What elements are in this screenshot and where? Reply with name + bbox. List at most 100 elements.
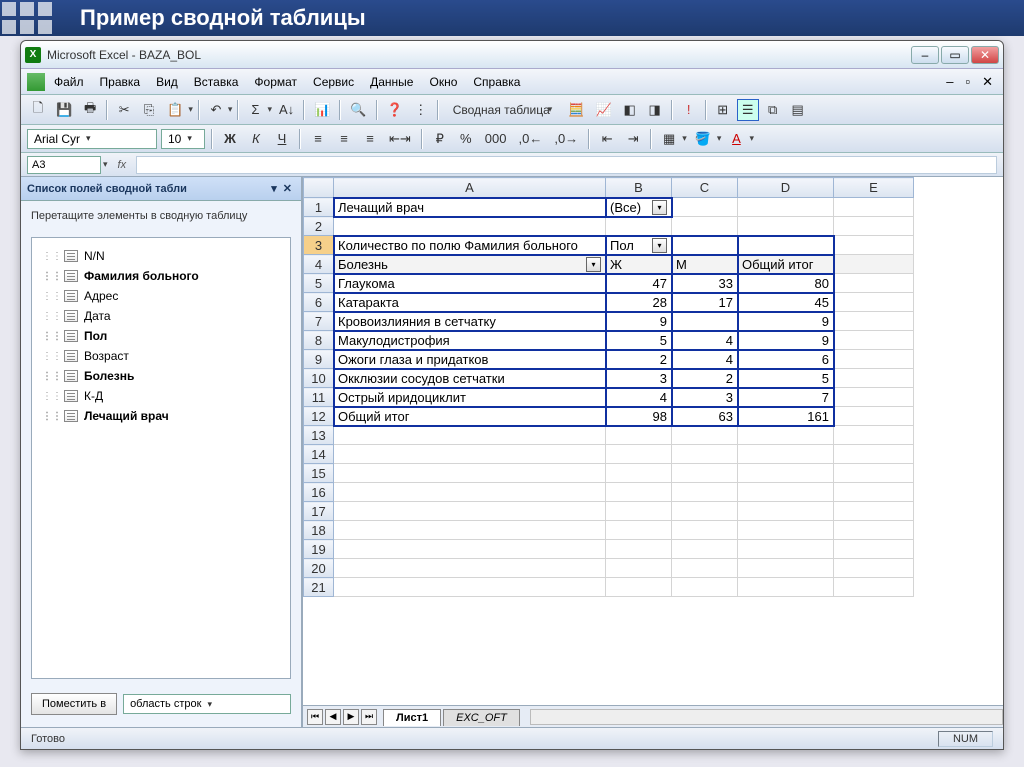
merge-icon[interactable]: ⇤⇥ bbox=[385, 128, 415, 150]
pivot-field-item[interactable]: ⋮⋮Пол bbox=[40, 326, 282, 346]
row-header[interactable]: 10 bbox=[304, 369, 334, 388]
cell[interactable]: Кровоизлияния в сетчатку bbox=[334, 312, 606, 331]
cell[interactable]: Катаракта bbox=[334, 293, 606, 312]
show-detail-icon[interactable]: ◨ bbox=[644, 99, 666, 121]
row-header[interactable]: 13 bbox=[304, 426, 334, 445]
cell[interactable]: 7 bbox=[738, 388, 834, 407]
field-settings-icon[interactable]: ⊞ bbox=[712, 99, 734, 121]
cell[interactable]: 5 bbox=[738, 369, 834, 388]
col-header-A[interactable]: A bbox=[334, 178, 606, 198]
cell[interactable]: 161 bbox=[738, 407, 834, 426]
row-header[interactable]: 2 bbox=[304, 217, 334, 236]
help-icon[interactable]: ❓ bbox=[383, 99, 407, 121]
pivot-field-item[interactable]: ⋮⋮N/N bbox=[40, 246, 282, 266]
minimize-button[interactable]: – bbox=[911, 46, 939, 64]
pivot-chart-icon[interactable]: 📈 bbox=[592, 99, 616, 121]
col-hdr-f[interactable]: Ж bbox=[606, 255, 672, 274]
borders-icon[interactable]: ▦ bbox=[658, 128, 680, 150]
options-icon[interactable]: ⋮ bbox=[410, 99, 432, 121]
cell[interactable]: 9 bbox=[738, 331, 834, 350]
refresh-icon[interactable]: ! bbox=[678, 99, 700, 121]
misc-icon-2[interactable]: ▤ bbox=[787, 99, 809, 121]
mdi-minimize[interactable]: – bbox=[942, 72, 957, 91]
paste-icon[interactable]: 📋 bbox=[163, 99, 187, 121]
autosum-icon[interactable]: Σ bbox=[244, 99, 266, 121]
column-field-dropdown[interactable]: ▾ bbox=[652, 238, 667, 253]
col-hdr-m[interactable]: М bbox=[672, 255, 738, 274]
cell[interactable]: 9 bbox=[738, 312, 834, 331]
col-header-D[interactable]: D bbox=[738, 178, 834, 198]
row-header[interactable]: 18 bbox=[304, 521, 334, 540]
row-header[interactable]: 16 bbox=[304, 483, 334, 502]
misc-icon-1[interactable]: ⧉ bbox=[762, 99, 784, 121]
row-header[interactable]: 11 bbox=[304, 388, 334, 407]
menu-insert[interactable]: Вставка bbox=[187, 72, 246, 92]
chart-icon[interactable]: 📊 bbox=[310, 99, 334, 121]
menu-data[interactable]: Данные bbox=[363, 72, 420, 92]
increase-decimal-icon[interactable]: ,0← bbox=[515, 128, 547, 150]
cell[interactable]: Окклюзии сосудов сетчатки bbox=[334, 369, 606, 388]
cell[interactable]: 63 bbox=[672, 407, 738, 426]
sheet-tab-other[interactable]: EXC_OFT bbox=[443, 709, 520, 726]
italic-icon[interactable]: К bbox=[245, 128, 267, 150]
mdi-close[interactable]: ✕ bbox=[978, 72, 997, 92]
cell[interactable]: 6 bbox=[738, 350, 834, 369]
tab-last-icon[interactable]: ⏭ bbox=[361, 709, 377, 725]
cell[interactable]: Глаукома bbox=[334, 274, 606, 293]
cell[interactable]: 3 bbox=[672, 388, 738, 407]
sort-asc-icon[interactable]: A↓ bbox=[275, 99, 298, 121]
cell[interactable]: 4 bbox=[672, 331, 738, 350]
tab-first-icon[interactable]: ⏮ bbox=[307, 709, 323, 725]
pivot-field-item[interactable]: ⋮⋮Лечащий врач bbox=[40, 406, 282, 426]
taskpane-close-icon[interactable]: ✕ bbox=[280, 182, 295, 195]
data-field-label[interactable]: Количество по полю Фамилия больного bbox=[334, 236, 606, 255]
row-header[interactable]: 1 bbox=[304, 198, 334, 217]
pivot-field-item[interactable]: ⋮⋮Болезнь bbox=[40, 366, 282, 386]
row-header[interactable]: 7 bbox=[304, 312, 334, 331]
tab-next-icon[interactable]: ▶ bbox=[343, 709, 359, 725]
menu-window[interactable]: Окно bbox=[422, 72, 464, 92]
cell[interactable]: 4 bbox=[606, 388, 672, 407]
taskpane-dropdown-icon[interactable]: ▾ bbox=[268, 182, 280, 195]
pivot-table-button[interactable]: Сводная таблица ▾ bbox=[444, 99, 562, 121]
underline-icon[interactable]: Ч bbox=[271, 128, 293, 150]
copy-icon[interactable]: ⎘ bbox=[138, 99, 160, 121]
align-center-icon[interactable]: ≡ bbox=[333, 128, 355, 150]
col-header-C[interactable]: C bbox=[672, 178, 738, 198]
cell[interactable]: 28 bbox=[606, 293, 672, 312]
select-all-corner[interactable] bbox=[304, 178, 334, 198]
row-header[interactable]: 6 bbox=[304, 293, 334, 312]
row-header[interactable]: 19 bbox=[304, 540, 334, 559]
name-box[interactable]: A3 bbox=[27, 156, 101, 174]
pivot-field-item[interactable]: ⋮⋮К-Д bbox=[40, 386, 282, 406]
row-header[interactable]: 12 bbox=[304, 407, 334, 426]
row-header[interactable]: 21 bbox=[304, 578, 334, 597]
pivot-field-item[interactable]: ⋮⋮Фамилия больного bbox=[40, 266, 282, 286]
name-box-dropdown[interactable]: ▾ bbox=[103, 159, 108, 170]
align-right-icon[interactable]: ≡ bbox=[359, 128, 381, 150]
cell[interactable]: Макулодистрофия bbox=[334, 331, 606, 350]
row-field-label[interactable]: Болезнь bbox=[338, 257, 388, 272]
cell[interactable]: 2 bbox=[606, 350, 672, 369]
cell[interactable]: Острый иридоциклит bbox=[334, 388, 606, 407]
pivot-field-item[interactable]: ⋮⋮Возраст bbox=[40, 346, 282, 366]
cell[interactable]: 2 bbox=[672, 369, 738, 388]
undo-icon[interactable]: ↶ bbox=[205, 99, 227, 121]
row-header[interactable]: 5 bbox=[304, 274, 334, 293]
menu-help[interactable]: Справка bbox=[466, 72, 527, 92]
print-icon[interactable]: 🖶 bbox=[79, 99, 101, 121]
comma-icon[interactable]: 000 bbox=[481, 128, 511, 150]
menu-view[interactable]: Вид bbox=[149, 72, 185, 92]
sheet-tab-active[interactable]: Лист1 bbox=[383, 709, 441, 726]
row-header[interactable]: 3 bbox=[304, 236, 334, 255]
currency-icon[interactable]: ₽ bbox=[429, 128, 451, 150]
cell[interactable]: 17 bbox=[672, 293, 738, 312]
pivot-field-item[interactable]: ⋮⋮Дата bbox=[40, 306, 282, 326]
bold-icon[interactable]: Ж bbox=[219, 128, 241, 150]
decrease-decimal-icon[interactable]: ,0→ bbox=[550, 128, 582, 150]
row-header[interactable]: 17 bbox=[304, 502, 334, 521]
row-header[interactable]: 9 bbox=[304, 350, 334, 369]
col-hdr-total[interactable]: Общий итог bbox=[738, 255, 834, 274]
row-field-dropdown[interactable]: ▾ bbox=[586, 257, 601, 272]
cell[interactable]: 47 bbox=[606, 274, 672, 293]
